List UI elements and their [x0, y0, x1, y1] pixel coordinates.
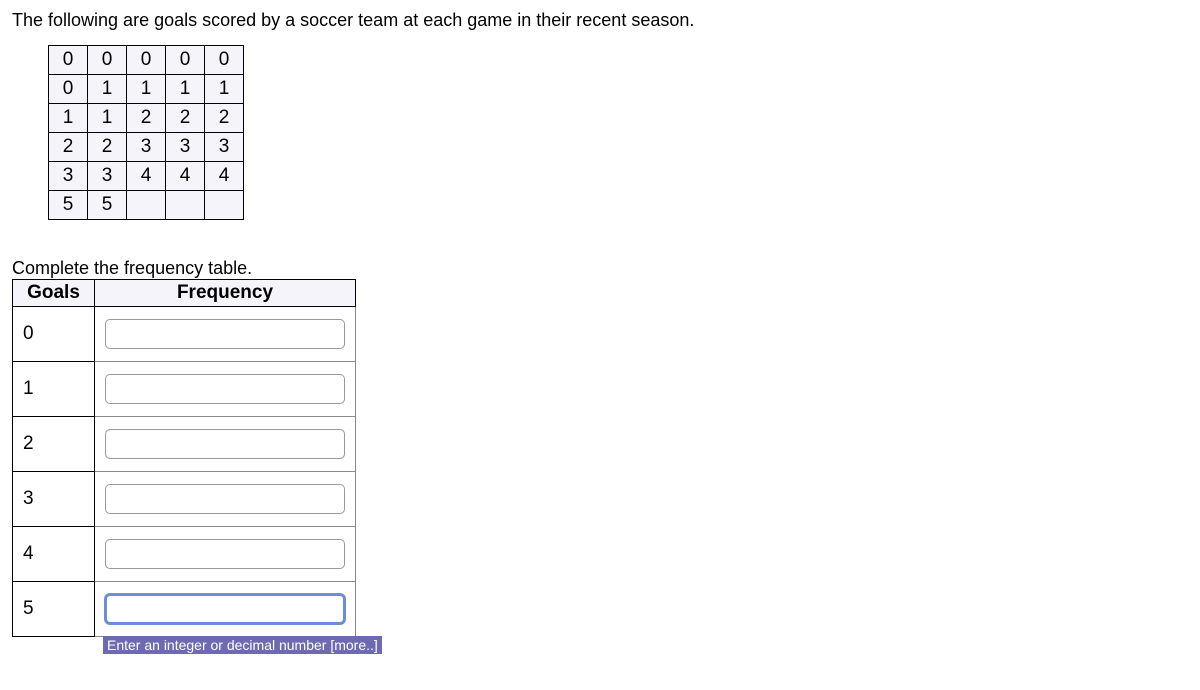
data-cell: 3 — [88, 162, 127, 191]
data-cell — [127, 191, 166, 220]
goal-label: 4 — [13, 527, 95, 582]
header-goals: Goals — [13, 280, 95, 307]
data-cell: 2 — [205, 104, 244, 133]
data-cell: 2 — [166, 104, 205, 133]
data-cell: 1 — [166, 75, 205, 104]
goal-label: 0 — [13, 307, 95, 362]
data-cell: 0 — [166, 46, 205, 75]
data-cell: 0 — [127, 46, 166, 75]
data-cell: 2 — [127, 104, 166, 133]
frequency-input-0[interactable] — [105, 319, 345, 349]
goal-label: 1 — [13, 362, 95, 417]
frequency-input-2[interactable] — [105, 429, 345, 459]
frequency-input-1[interactable] — [105, 374, 345, 404]
data-cell: 0 — [49, 75, 88, 104]
data-cell: 2 — [49, 133, 88, 162]
data-cell: 3 — [49, 162, 88, 191]
goal-label: 3 — [13, 472, 95, 527]
goal-label: 2 — [13, 417, 95, 472]
data-cell — [166, 191, 205, 220]
frequency-input-3[interactable] — [105, 484, 345, 514]
intro-text: The following are goals scored by a socc… — [12, 10, 1188, 31]
data-cell: 3 — [166, 133, 205, 162]
input-tooltip[interactable]: Enter an integer or decimal number [more… — [103, 636, 382, 654]
data-cell: 5 — [49, 191, 88, 220]
data-cell: 4 — [205, 162, 244, 191]
data-cell: 1 — [88, 104, 127, 133]
data-cell: 4 — [166, 162, 205, 191]
data-cell: 0 — [49, 46, 88, 75]
data-cell: 1 — [205, 75, 244, 104]
data-cell: 0 — [205, 46, 244, 75]
data-cell: 1 — [127, 75, 166, 104]
frequency-input-4[interactable] — [105, 539, 345, 569]
frequency-table: Goals Frequency 0 1 2 3 4 5 Enter an int… — [12, 279, 356, 637]
goal-label: 5 — [13, 582, 95, 637]
data-cell: 5 — [88, 191, 127, 220]
data-cell: 0 — [88, 46, 127, 75]
instruction-text: Complete the frequency table. — [12, 258, 1188, 279]
data-cell: 1 — [88, 75, 127, 104]
data-cell: 4 — [127, 162, 166, 191]
data-cell: 1 — [49, 104, 88, 133]
header-frequency: Frequency — [95, 280, 356, 307]
data-cell: 3 — [205, 133, 244, 162]
data-cell — [205, 191, 244, 220]
data-cell: 3 — [127, 133, 166, 162]
data-grid-table: 0 0 0 0 0 0 1 1 1 1 1 1 2 2 2 2 2 3 3 3 … — [48, 45, 244, 220]
frequency-input-5[interactable] — [105, 594, 345, 624]
data-cell: 2 — [88, 133, 127, 162]
